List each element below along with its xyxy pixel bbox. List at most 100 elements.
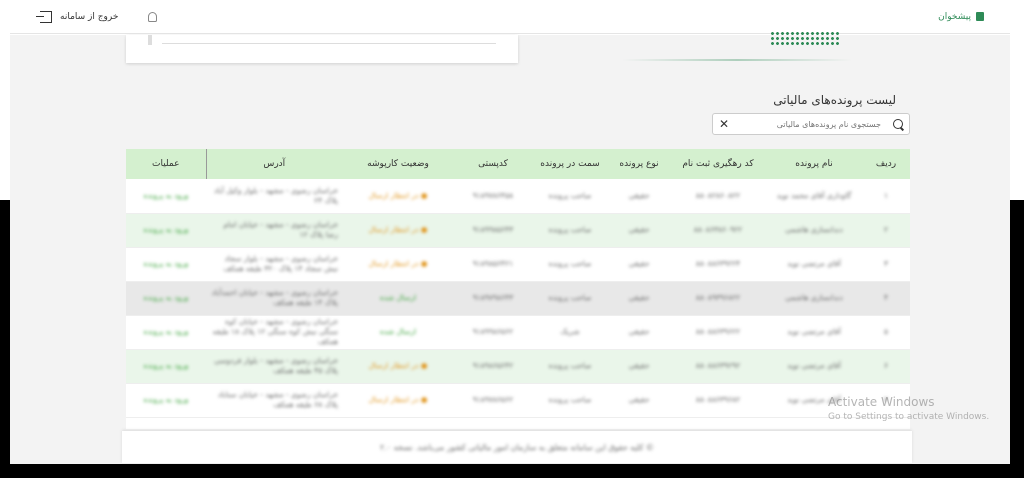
cell-address: خراسان رضوی - مشهد - خیابان کوه سنگی نبش…: [212, 317, 338, 346]
cell-address: خراسان رضوی - مشهد - خیابان امام رضا پلا…: [223, 220, 338, 239]
search-input[interactable]: [729, 119, 893, 129]
table-row: ۴ دندانسازی هاشمی ۸۸۰۸۹۳۹۶۸۲۲ حقیقی صاحب پرو…: [126, 281, 910, 315]
cell-type: حقیقی: [628, 327, 650, 337]
cell-row: ۶: [883, 361, 889, 371]
cell-status: ● در انتظار ارسال: [368, 259, 428, 269]
top-bar: خروج از سامانه پیشخوان: [10, 0, 1010, 34]
cell-postal: ۹۱۸۹۷۹۸۶۴۳: [472, 293, 514, 303]
cell-address: خراسان رضوی - مشهد - خیابان سناباد پلاک …: [217, 390, 338, 409]
table-row: ۲ دندانسازی هاشمی ۸۸۰۸۶۳۸۶۰۹۲۲ حقیقی صاحب پر…: [126, 213, 910, 247]
cell-postal: ۹۱۸۹۷۸۶۵۶۲: [472, 395, 514, 405]
cell-role: صاحب پرونده: [548, 259, 592, 269]
cell-status: ارسال شده: [379, 293, 417, 303]
table-row: ۷ آقای مرتضی نوید ۸۸۰۸۸۶۳۹۶۸۲ حقیقی صاحب پرو…: [126, 383, 910, 417]
cell-ops[interactable]: ورود به پرونده: [126, 383, 206, 417]
cell-postal: ۹۱۸۹۸۶۵۶۴۲: [472, 361, 514, 371]
cell-status: ارسال شده: [379, 327, 417, 337]
logout-icon: [36, 10, 52, 23]
summary-card: [126, 35, 518, 63]
bell-icon[interactable]: [148, 11, 158, 22]
dashboard-label: پیشخوان: [938, 11, 971, 22]
screen-frame-right: [1010, 200, 1024, 478]
decorative-dots: [770, 31, 840, 45]
cell-row: ۱: [883, 190, 889, 200]
cell-role: صاحب پرونده: [548, 395, 592, 405]
cell-address: خراسان رضوی - مشهد - بلوار فردوسی پلاک ۴…: [214, 356, 338, 375]
col-header-code: کد رهگیری ثبت نام: [682, 159, 754, 169]
cell-code: ۸۸۰۸۶۳۸۶۰۹۲۲: [693, 225, 743, 235]
cell-name: آقای مرتضی نوید: [787, 361, 841, 371]
cell-row: ۳: [883, 259, 889, 269]
watermark-title: Activate Windows: [828, 395, 935, 409]
col-header-address: آدرس: [263, 159, 286, 169]
cell-role: صاحب پرونده: [548, 190, 592, 200]
decorative-line: [622, 59, 852, 61]
cell-ops[interactable]: ورود به پرونده: [126, 213, 206, 247]
cell-status: ● در انتظار ارسال: [368, 190, 428, 200]
cell-code: ۸۸۰۸۸۶۳۹۲۲۴: [695, 259, 741, 269]
cell-ops[interactable]: ورود به پرونده: [126, 179, 206, 213]
cell-postal: ۹۱۸۹۷۸۶۴۵۸: [472, 190, 514, 200]
cell-type: حقیقی: [628, 190, 650, 200]
search-icon[interactable]: [893, 119, 903, 129]
close-icon[interactable]: ✕: [719, 117, 729, 131]
cell-type: حقیقی: [628, 395, 650, 405]
col-header-row: ردیف: [875, 159, 897, 169]
dashboard-icon: [976, 12, 984, 21]
cell-postal: ۹۱۸۹۹۸۶۵۶۲: [472, 327, 514, 337]
dashboard-link[interactable]: پیشخوان: [938, 12, 984, 22]
col-header-name: نام پرونده: [795, 159, 833, 169]
cell-status: ● در انتظار ارسال: [368, 395, 428, 405]
cell-row: ۵: [883, 327, 889, 337]
cell-role: صاحب پرونده: [548, 225, 592, 235]
table-header-row: ردیف نام پرونده کد رهگیری ثبت نام نوع پر…: [126, 149, 910, 179]
table-row: ۳ آقای مرتضی نوید ۸۸۰۸۸۶۳۹۲۲۴ حقیقی صاحب پرو…: [126, 247, 910, 281]
cell-ops[interactable]: ورود به پرونده: [126, 315, 206, 349]
page-title: لیست پرونده‌های مالیاتی: [773, 93, 896, 107]
col-header-role: سمت در پرونده: [540, 159, 600, 169]
col-header-type: نوع پرونده: [619, 159, 659, 169]
cell-postal: ۹۱۸۹۸۵۶۴۲۱: [472, 259, 514, 269]
cell-code: ۸۸۰۸۸۶۳۹۶۸۲: [695, 395, 741, 405]
table-row: ۱ گاوداری آقای محمد نوید ۸۸۰۸۲۸۶۰۸۲۲ حقیقی ص…: [126, 179, 910, 213]
cell-code: ۸۸۰۸۸۶۳۹۶۲۲: [695, 327, 741, 337]
watermark-subtitle: Go to Settings to activate Windows.: [828, 412, 990, 422]
screen-frame-left: [0, 200, 10, 478]
cell-type: حقیقی: [628, 361, 650, 371]
col-header-postal: کدپستی: [478, 159, 508, 169]
cell-ops[interactable]: ورود به پرونده: [126, 281, 206, 315]
cell-ops[interactable]: ورود به پرونده: [126, 349, 206, 383]
search-box[interactable]: ✕: [712, 113, 910, 135]
cell-address: خراسان رضوی - مشهد - بلوار وکیل آباد پلا…: [214, 186, 338, 205]
table-row: ۵ آقای مرتضی نوید ۸۸۰۸۸۶۳۹۶۲۲ حقیقی شریک ۹۱۸۹…: [126, 315, 910, 349]
cell-role: صاحب پرونده: [548, 293, 592, 303]
cell-type: حقیقی: [628, 293, 650, 303]
cell-name: دندانسازی هاشمی: [785, 225, 843, 235]
cell-name: دندانسازی هاشمی: [785, 293, 843, 303]
cell-type: حقیقی: [628, 225, 650, 235]
col-header-status: وضعیت کارپوشه: [367, 159, 429, 169]
cell-postal: ۹۱۸۹۹۸۵۶۴۳: [472, 225, 514, 235]
cell-code: ۸۸۰۸۸۶۳۹۲۹۲: [695, 361, 741, 371]
table-row: ۶ آقای مرتضی نوید ۸۸۰۸۸۶۳۹۲۹۲ حقیقی صاحب پرو…: [126, 349, 910, 383]
windows-watermark: Activate Windows Go to Settings to activ…: [828, 395, 989, 422]
col-header-ops: عملیات: [126, 149, 207, 179]
cell-ops[interactable]: ورود به پرونده: [126, 247, 206, 281]
logout-label: خروج از سامانه: [60, 11, 119, 22]
cell-type: حقیقی: [628, 259, 650, 269]
cell-address: خراسان رضوی - مشهد - خیابان احمدآباد پلا…: [211, 288, 338, 307]
screen-frame-bottom: [0, 464, 1024, 478]
cell-status: ● در انتظار ارسال: [368, 225, 428, 235]
cell-role: شریک: [560, 327, 580, 337]
cell-code: ۸۸۰۸۲۸۶۰۸۲۲: [695, 190, 741, 200]
cell-address: خراسان رضوی - مشهد - بلوار سجاد نبش سجاد…: [223, 254, 338, 273]
cell-name: آقای مرتضی نوید: [787, 259, 841, 269]
cell-row: ۲: [883, 225, 889, 235]
cell-status: ● در انتظار ارسال: [368, 361, 428, 371]
cell-role: صاحب پرونده: [548, 361, 592, 371]
footer-bar: © کلیه حقوق این سامانه متعلق به سازمان ا…: [122, 431, 912, 463]
footer-text: © کلیه حقوق این سامانه متعلق به سازمان ا…: [380, 442, 654, 452]
cell-row: ۴: [883, 293, 889, 303]
logout-button[interactable]: خروج از سامانه: [36, 10, 119, 23]
cell-name: آقای مرتضی نوید: [787, 327, 841, 337]
